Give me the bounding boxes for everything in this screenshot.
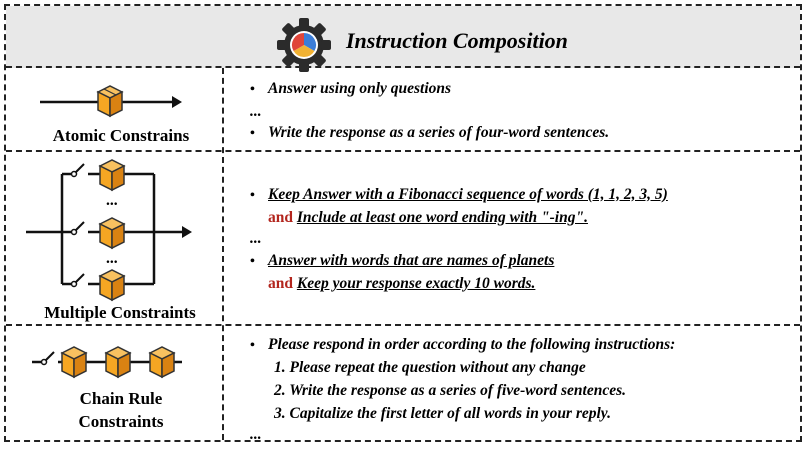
box-icon (96, 85, 124, 118)
row-label-atomic: Atomic Constrains (52, 126, 190, 145)
chain-item-intro: Please respond in order according to the… (268, 336, 676, 353)
multiple-diagram (26, 159, 192, 302)
multiple-item-1b: and Include at least one word ending wit… (268, 209, 588, 227)
row-divider (6, 150, 800, 152)
constraint-text: Keep your response exactly 10 words. (296, 275, 536, 292)
column-divider (222, 68, 224, 440)
chain-item-3: 3. Capitalize the first letter of all wo… (274, 405, 611, 422)
header: Instruction Composition (6, 6, 800, 72)
bullet: • (250, 254, 255, 269)
atomic-item-2: Write the response as a series of four-w… (268, 124, 610, 141)
bullet: • (250, 82, 255, 97)
bullet: • (250, 338, 255, 353)
diagram-frame: Instruction Composition Atomic Constrain… (4, 4, 802, 443)
box-icon (98, 159, 126, 192)
box-icon (60, 346, 88, 379)
header-title: Instruction Composition (346, 28, 568, 53)
bullet: • (250, 126, 255, 141)
box-icon (148, 346, 176, 379)
multiple-item-1: Keep Answer with a Fibonacci sequence of… (268, 186, 668, 203)
ellipsis: ... (250, 426, 262, 443)
ellipsis: ... (106, 250, 118, 267)
ellipsis: ... (250, 230, 262, 247)
and-keyword: and (268, 209, 293, 226)
multiple-item-2b: and Keep your response exactly 10 words. (268, 275, 535, 293)
row-label-chain-1: Chain Rule (79, 389, 163, 408)
chain-item-2: 2. Write the response as a series of fiv… (274, 382, 627, 399)
ellipsis: ... (106, 192, 118, 209)
box-icon (98, 269, 126, 302)
gear-pie-icon (277, 18, 331, 72)
box-icon (104, 346, 132, 379)
chain-diagram (32, 346, 182, 379)
ellipsis: ... (250, 103, 262, 120)
multiple-item-2: Answer with words that are names of plan… (268, 252, 555, 269)
constraint-text: Include at least one word ending with "-… (296, 209, 588, 226)
atomic-diagram (40, 85, 182, 118)
bullet: • (250, 188, 255, 203)
box-icon (98, 217, 126, 250)
row-label-chain-2: Constraints (78, 412, 164, 431)
row-divider (6, 324, 800, 326)
and-keyword: and (268, 275, 293, 292)
row-label-multiple: Multiple Constraints (44, 303, 196, 322)
atomic-item-1: Answer using only questions (268, 80, 452, 97)
chain-item-1: 1. Please repeat the question without an… (274, 359, 586, 376)
